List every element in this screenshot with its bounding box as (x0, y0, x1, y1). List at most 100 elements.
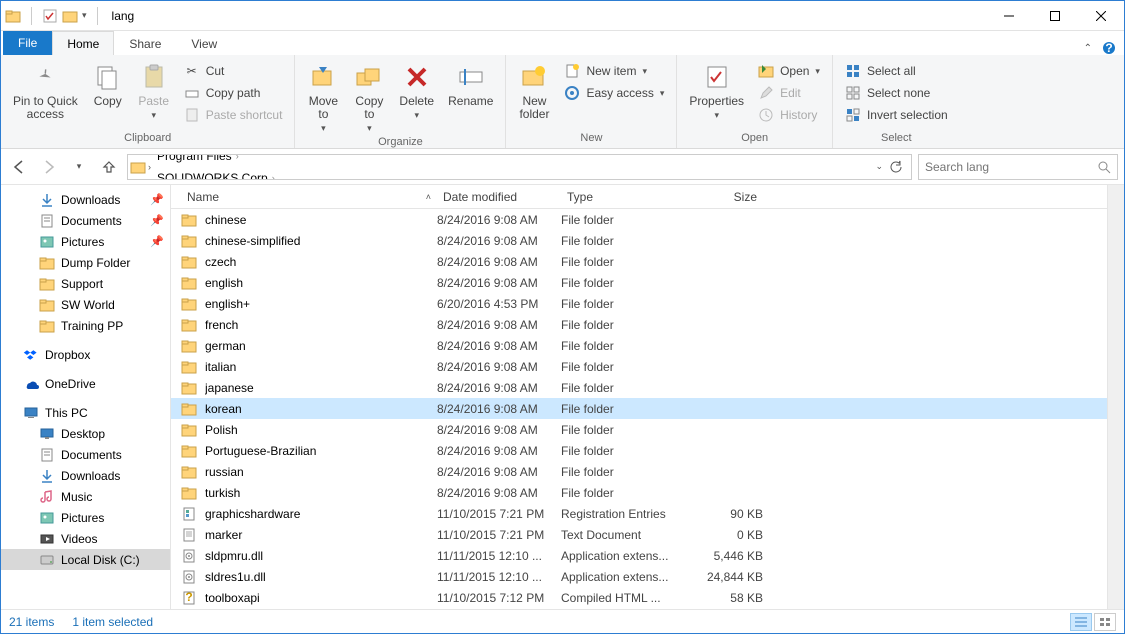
breadcrumb[interactable]: SOLIDWORKS Corp› (153, 167, 281, 180)
nav-item[interactable]: Documents📌 (1, 210, 170, 231)
history-button[interactable]: History (754, 105, 824, 125)
new-folder-button[interactable]: New folder (512, 59, 556, 123)
paste-shortcut-icon (184, 107, 200, 123)
file-row[interactable]: czech8/24/2016 9:08 AMFile folder (171, 251, 1107, 272)
nav-item[interactable]: OneDrive (1, 373, 170, 394)
refresh-button[interactable] (889, 160, 903, 174)
help-icon[interactable]: ? (1102, 41, 1116, 55)
minimize-ribbon-icon[interactable]: ⌃ (1084, 43, 1092, 54)
file-row[interactable]: japanese8/24/2016 9:08 AMFile folder (171, 377, 1107, 398)
nav-item[interactable]: Pictures📌 (1, 231, 170, 252)
up-button[interactable] (97, 155, 121, 179)
file-row[interactable]: german8/24/2016 9:08 AMFile folder (171, 335, 1107, 356)
nav-item[interactable]: Music (1, 486, 170, 507)
share-tab[interactable]: Share (114, 31, 176, 55)
navigation-pane[interactable]: Downloads📌Documents📌Pictures📌Dump Folder… (1, 185, 171, 609)
file-name: czech (205, 255, 437, 269)
file-row[interactable]: english+6/20/2016 4:53 PMFile folder (171, 293, 1107, 314)
breadcrumb[interactable]: Program Files› (153, 154, 281, 167)
copy-to-button[interactable]: Copy to▾ (347, 59, 391, 136)
file-row[interactable]: Polish8/24/2016 9:08 AMFile folder (171, 419, 1107, 440)
nav-item-label: OneDrive (45, 377, 96, 391)
nav-item[interactable]: Downloads (1, 465, 170, 486)
properties-button[interactable]: Properties▾ (683, 59, 750, 123)
scrollbar[interactable] (1107, 185, 1124, 609)
folder-icon (181, 254, 197, 270)
status-bar: 21 items 1 item selected (1, 609, 1124, 633)
paste-shortcut-button[interactable]: Paste shortcut (180, 105, 287, 125)
file-list[interactable]: chinese8/24/2016 9:08 AMFile folderchine… (171, 209, 1107, 609)
nav-item[interactable]: Dropbox (1, 344, 170, 365)
address-bar[interactable]: › This PC›Local Disk (C:)›Program Files›… (127, 154, 912, 180)
address-dropdown-icon[interactable]: ⌄ (875, 161, 883, 172)
forward-button[interactable] (37, 155, 61, 179)
invert-selection-button[interactable]: Invert selection (841, 105, 952, 125)
file-row[interactable]: english8/24/2016 9:08 AMFile folder (171, 272, 1107, 293)
search-box[interactable] (918, 154, 1118, 180)
title-bar: ▾ lang (1, 1, 1124, 31)
file-size: 58 KB (681, 591, 763, 605)
nav-item[interactable]: Training PP (1, 315, 170, 336)
nav-item[interactable]: Desktop (1, 423, 170, 444)
open-button[interactable]: Open ▾ (754, 61, 824, 81)
qat-properties-icon[interactable] (42, 8, 58, 24)
nav-item[interactable]: Local Disk (C:) (1, 549, 170, 570)
file-row[interactable]: ?toolboxapi11/10/2015 7:12 PMCompiled HT… (171, 587, 1107, 608)
file-row[interactable]: graphicshardware11/10/2015 7:21 PMRegist… (171, 503, 1107, 524)
home-tab[interactable]: Home (52, 31, 114, 55)
easy-access-button[interactable]: Easy access ▾ (560, 83, 668, 103)
chevron-right-icon[interactable]: › (270, 173, 277, 180)
search-input[interactable] (925, 160, 1097, 174)
cut-button[interactable]: ✂Cut (180, 61, 287, 81)
file-row[interactable]: sldres1u.dll11/11/2015 12:10 ...Applicat… (171, 566, 1107, 587)
copy-button[interactable]: Copy (86, 59, 130, 110)
nav-item[interactable]: Pictures (1, 507, 170, 528)
recent-locations-button[interactable]: ▾ (67, 155, 91, 179)
back-button[interactable] (7, 155, 31, 179)
column-type[interactable]: Type (561, 190, 681, 204)
file-row[interactable]: french8/24/2016 9:08 AMFile folder (171, 314, 1107, 335)
file-row[interactable]: marker11/10/2015 7:21 PMText Document0 K… (171, 524, 1107, 545)
details-view-button[interactable] (1070, 613, 1092, 631)
nav-item[interactable]: This PC (1, 402, 170, 423)
nav-item[interactable]: Support (1, 273, 170, 294)
file-row[interactable]: turkish8/24/2016 9:08 AMFile folder (171, 482, 1107, 503)
nav-item[interactable]: SW World (1, 294, 170, 315)
column-date[interactable]: Date modified (437, 190, 561, 204)
folder-icon (181, 212, 197, 228)
copy-path-button[interactable]: Copy path (180, 83, 287, 103)
column-size[interactable]: Size (681, 190, 763, 204)
file-row[interactable]: korean8/24/2016 9:08 AMFile folder (171, 398, 1107, 419)
file-row[interactable]: chinese-simplified8/24/2016 9:08 AMFile … (171, 230, 1107, 251)
address-root-chevron-icon[interactable]: › (148, 162, 151, 172)
nav-item[interactable]: Documents (1, 444, 170, 465)
delete-button[interactable]: Delete▾ (393, 59, 440, 123)
new-item-button[interactable]: New item ▾ (560, 61, 668, 81)
rename-button[interactable]: Rename (442, 59, 499, 110)
file-row[interactable]: chinese8/24/2016 9:08 AMFile folder (171, 209, 1107, 230)
file-row[interactable]: Portuguese-Brazilian8/24/2016 9:08 AMFil… (171, 440, 1107, 461)
close-button[interactable] (1078, 1, 1124, 31)
view-tab[interactable]: View (176, 31, 232, 55)
edit-button[interactable]: Edit (754, 83, 824, 103)
chevron-right-icon[interactable]: › (234, 154, 241, 161)
column-name[interactable]: Name˄ (181, 190, 437, 204)
file-row[interactable]: sldpmru.dll11/11/2015 12:10 ...Applicati… (171, 545, 1107, 566)
pin-to-quick-access-button[interactable]: Pin to Quick access (7, 59, 84, 123)
qat-newfolder-icon[interactable] (62, 8, 78, 24)
select-none-button[interactable]: Select none (841, 83, 952, 103)
paste-button[interactable]: Paste ▾ (132, 59, 176, 123)
dll-icon (181, 548, 197, 564)
move-to-button[interactable]: Move to▾ (301, 59, 345, 136)
select-all-button[interactable]: Select all (841, 61, 952, 81)
large-icons-view-button[interactable] (1094, 613, 1116, 631)
nav-item[interactable]: Downloads📌 (1, 189, 170, 210)
file-row[interactable]: italian8/24/2016 9:08 AMFile folder (171, 356, 1107, 377)
maximize-button[interactable] (1032, 1, 1078, 31)
nav-item[interactable]: Dump Folder (1, 252, 170, 273)
file-row[interactable]: russian8/24/2016 9:08 AMFile folder (171, 461, 1107, 482)
file-tab[interactable]: File (3, 31, 52, 55)
minimize-button[interactable] (986, 1, 1032, 31)
qat-customize-icon[interactable]: ▾ (82, 10, 87, 21)
nav-item[interactable]: Videos (1, 528, 170, 549)
